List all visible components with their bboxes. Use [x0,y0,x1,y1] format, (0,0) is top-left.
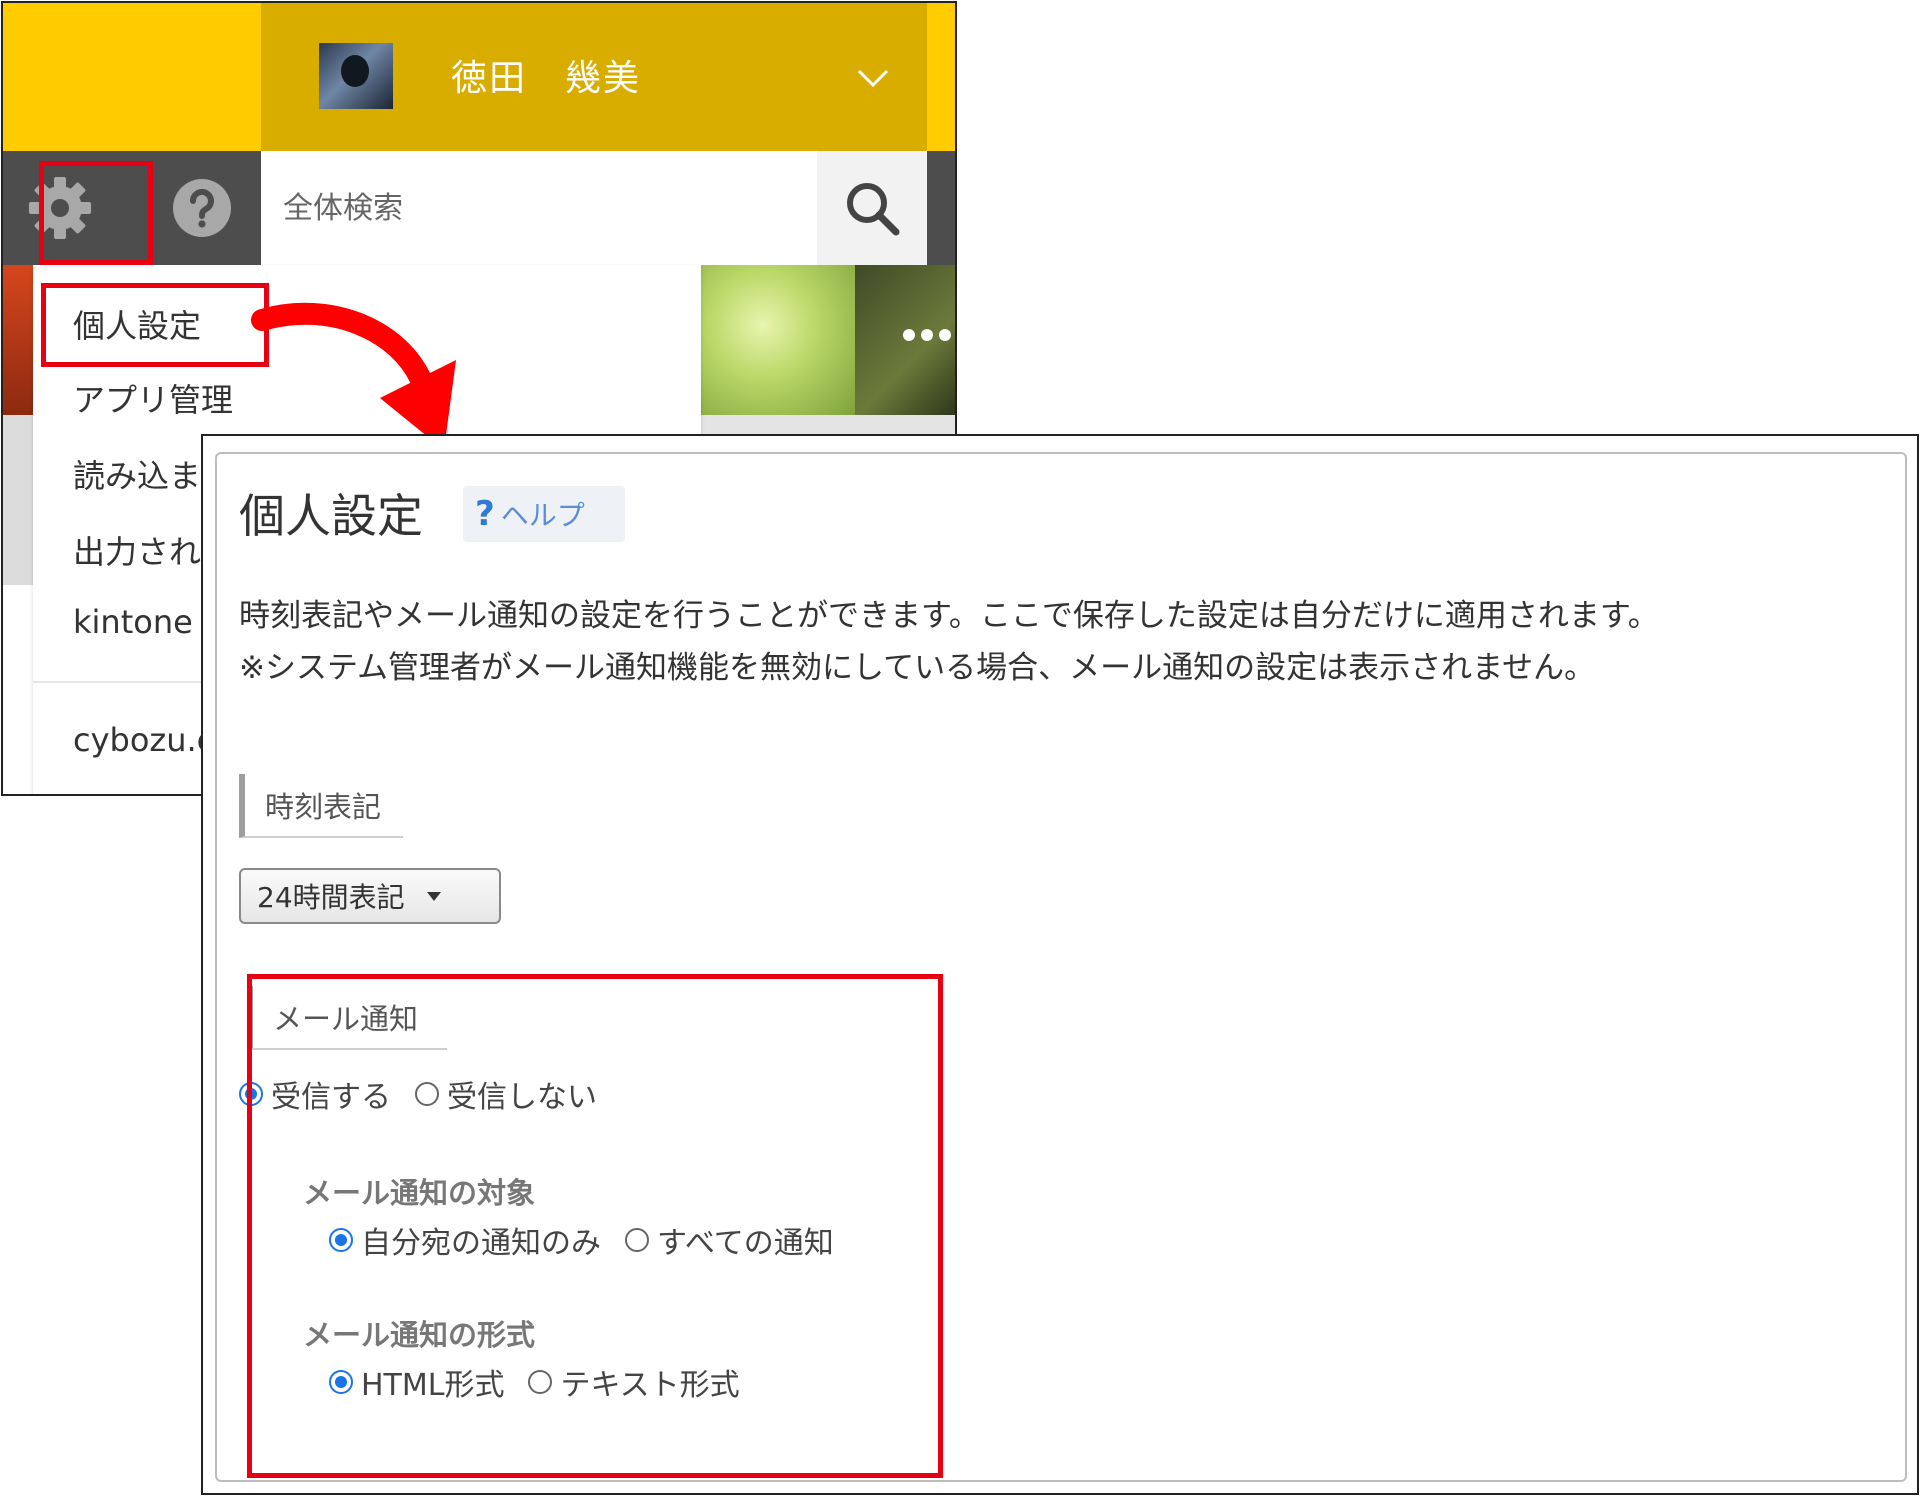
help-link[interactable]: ? ヘルプ [463,486,625,542]
highlight-gear [39,161,153,265]
personal-settings-panel: 個人設定 ? ヘルプ 時刻表記やメール通知の設定を行うことができます。ここで保存… [215,452,1907,1482]
global-search [261,151,817,265]
menu-item-cybozu[interactable]: cybozu.c [73,721,214,759]
space-thumbnail [701,265,855,415]
highlight-mail-settings [247,974,943,1478]
search-button[interactable] [817,151,927,265]
page-title: 個人設定 [239,489,423,543]
menu-item-kintone[interactable]: kintone [73,603,193,641]
time-format-value: 24時間表記 [257,881,405,914]
background-image [3,265,33,415]
personal-settings-screenshot: 個人設定 ? ヘルプ 時刻表記やメール通知の設定を行うことができます。ここで保存… [201,434,1919,1495]
user-menu[interactable]: 徳田 幾美 [261,3,927,151]
background-panel [3,415,33,585]
help-icon: ? [475,494,495,534]
user-name: 徳田 幾美 [451,58,642,99]
description-note: ※システム管理者がメール通知機能を無効にしている場合、メール通知の設定は表示され… [239,650,1596,686]
highlight-personal-settings [41,283,269,367]
search-input[interactable] [281,181,765,235]
help-button[interactable] [145,151,259,265]
menu-item-export[interactable]: 出力され [73,527,201,573]
more-icon[interactable] [903,329,951,341]
caret-down-icon [426,891,441,901]
section-heading-time: 時刻表記 [239,774,403,838]
help-icon [173,179,231,237]
description: 時刻表記やメール通知の設定を行うことができます。ここで保存した設定は自分だけに適… [239,598,1659,634]
search-icon [847,183,900,236]
chevron-down-icon [857,69,889,88]
avatar [319,43,393,109]
menu-item-import[interactable]: 読み込ま [73,451,201,497]
time-format-select[interactable]: 24時間表記 [239,868,501,924]
menu-item-app-management[interactable]: アプリ管理 [73,375,233,421]
help-label: ヘルプ [500,499,585,532]
